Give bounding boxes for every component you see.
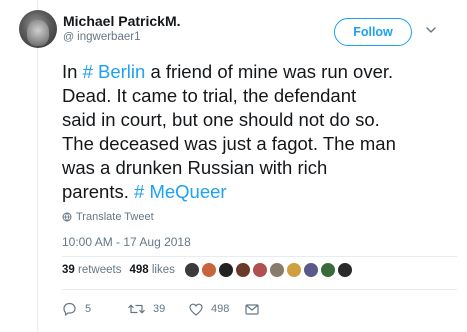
tweet-line: parents. # MeQueer [62, 180, 457, 204]
left-border-line [37, 0, 38, 332]
hashtag-symbol: # [134, 181, 150, 202]
tweet-text-segment: In [62, 61, 83, 82]
chevron-down-icon[interactable] [425, 24, 437, 36]
hashtag-text: MeQueer [149, 181, 227, 202]
liker-avatar[interactable] [269, 262, 285, 278]
liker-avatar[interactable] [337, 262, 353, 278]
retweet-icon [128, 304, 145, 314]
liker-avatar[interactable] [201, 262, 217, 278]
globe-icon [62, 212, 72, 222]
translate-label: Translate Tweet [76, 211, 154, 223]
follow-button[interactable]: Follow [334, 18, 412, 46]
liker-avatar[interactable] [286, 262, 302, 278]
likes-stat-label: likes [151, 264, 175, 276]
like-count: 498 [211, 303, 230, 315]
likes-stat[interactable]: 498 likes [129, 264, 174, 276]
retweets-stat-label: retweets [78, 264, 122, 276]
retweet-button[interactable]: 39 [128, 303, 189, 315]
liker-avatar[interactable] [303, 262, 319, 278]
at-icon: @ [63, 31, 75, 43]
tweet-text-segment: was a drunken Russian with rich [62, 157, 328, 178]
user-handle[interactable]: @ ingwerbaer1 [63, 31, 140, 43]
tweet-line: Dead. It came to trial, the defendant [62, 84, 457, 108]
envelope-icon [245, 303, 259, 315]
direct-message-button[interactable] [245, 303, 259, 315]
reply-count: 5 [85, 303, 92, 315]
tweet-timestamp[interactable]: 10:00 AM - 17 Aug 2018 [62, 235, 191, 249]
like-button[interactable]: 498 [189, 303, 245, 316]
liker-avatar[interactable] [184, 262, 200, 278]
retweets-stat[interactable]: 39 retweets [62, 264, 121, 276]
tweet-text-segment: a friend of mine was run over. [145, 61, 394, 82]
reply-icon [63, 302, 76, 316]
hashtag-text: Berlin [98, 61, 146, 82]
handle-text: ingwerbaer1 [77, 31, 141, 43]
hashtag-link[interactable]: # Berlin [83, 61, 146, 82]
divider [62, 256, 457, 257]
divider [62, 289, 457, 290]
retweets-stat-count: 39 [62, 264, 75, 276]
liker-avatar[interactable] [218, 262, 234, 278]
reply-button[interactable]: 5 [62, 302, 128, 316]
tweet-text-segment: Dead. It came to trial, the defendant [62, 85, 357, 106]
hashtag-symbol: # [82, 61, 99, 82]
liker-avatars [184, 262, 353, 278]
liker-avatar[interactable] [235, 262, 251, 278]
translate-tweet-link[interactable]: Translate Tweet [62, 211, 154, 223]
tweet-text-segment: said in court, but one should not do so. [62, 109, 380, 130]
retweet-count: 39 [153, 303, 166, 315]
heart-icon [189, 303, 203, 316]
liker-avatar[interactable] [320, 262, 336, 278]
tweet-line: was a drunken Russian with rich [62, 156, 457, 180]
tweet-line: The deceased was just a fagot. The man [62, 132, 457, 156]
tweet-line: In # Berlin a friend of mine was run ove… [62, 60, 457, 84]
tweet-text-segment: The deceased was just a fagot. The man [62, 133, 396, 154]
tweet-text: In # Berlin a friend of mine was run ove… [62, 60, 457, 204]
tweet-stats: 39 retweets 498 likes [62, 264, 175, 276]
liker-avatar[interactable] [252, 262, 268, 278]
likes-stat-count: 498 [129, 264, 149, 276]
tweet-line: said in court, but one should not do so. [62, 108, 457, 132]
tweet-actions: 5 39 498 [62, 302, 259, 316]
display-name[interactable]: Michael PatrickM. [63, 13, 181, 29]
hashtag-link[interactable]: # MeQueer [134, 181, 227, 202]
tweet-text-segment: parents. [62, 181, 134, 202]
avatar[interactable] [19, 10, 57, 48]
